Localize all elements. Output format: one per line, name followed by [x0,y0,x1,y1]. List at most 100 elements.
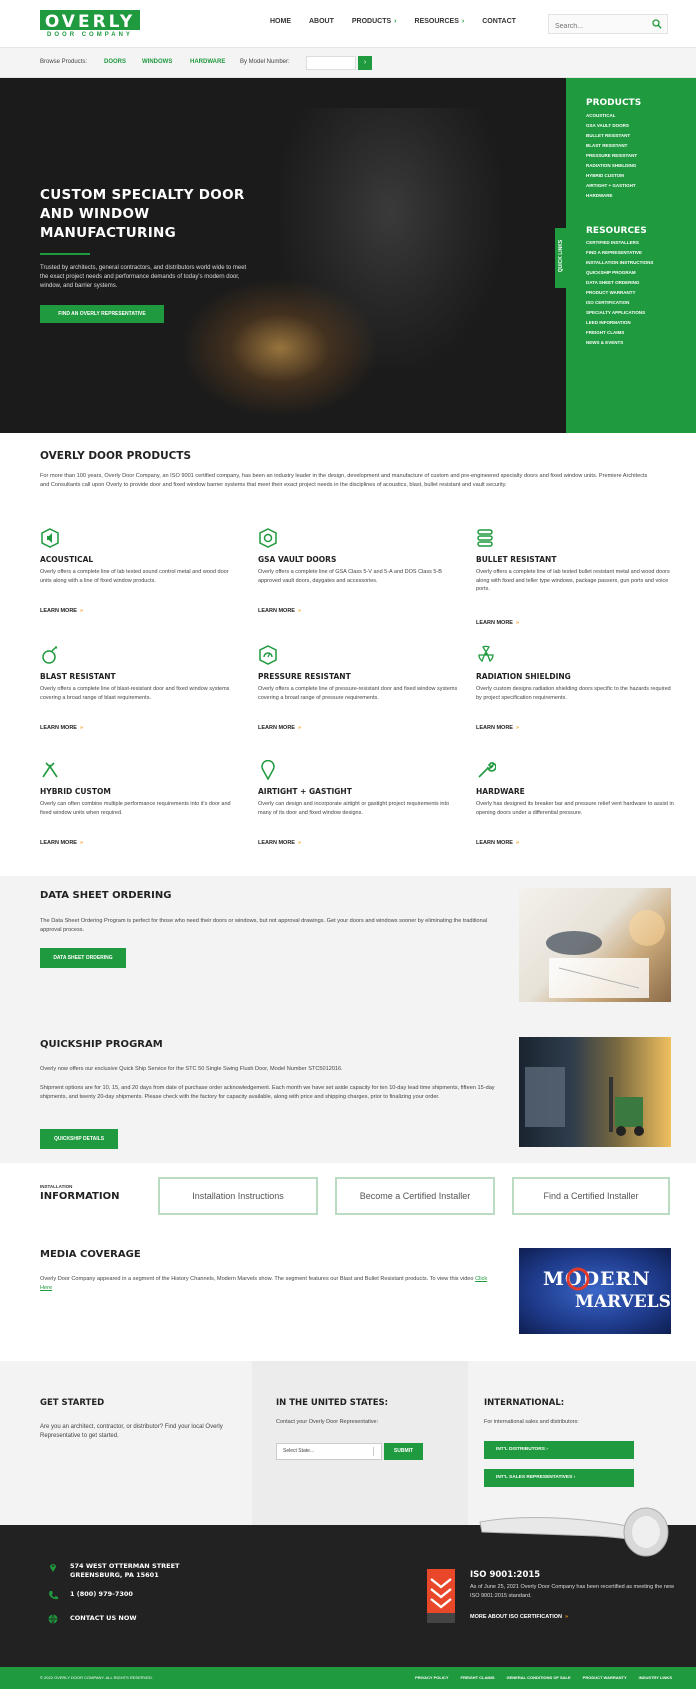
product-text: Overly can design and incorporate airtig… [258,801,450,816]
get-started-title: GET STARTED [40,1398,105,1408]
conditions-of-sale-link[interactable]: GENERAL CONDITIONS OF SALE [507,1675,571,1680]
double-chevron-icon: » [515,840,520,846]
side-link[interactable]: DATA SHEET ORDERING [586,278,653,288]
installation-instructions-button[interactable]: Installation Instructions [158,1177,318,1215]
modern-marvels-image[interactable]: MODERN MARVELS [519,1248,671,1334]
browse-windows-link[interactable]: WINDOWS [142,59,172,65]
modern-marvels-line1: MODERN [543,1268,651,1290]
double-chevron-icon: » [515,725,520,731]
privacy-policy-link[interactable]: PRIVACY POLICY [415,1675,448,1680]
product-title: PRESSURE RESISTANT [258,672,351,681]
submit-button[interactable]: SUBMIT [384,1443,423,1460]
state-select[interactable]: Select State... [276,1443,382,1460]
nav-resources[interactable]: RESOURCES › [415,18,465,25]
contact-us-link: CONTACT US NOW [70,1614,137,1622]
learn-more-link[interactable]: LEARN MORE» [476,620,519,626]
pin-icon [261,760,275,780]
double-chevron-icon: » [79,840,84,846]
learn-more-link[interactable]: LEARN MORE» [40,725,83,731]
side-link[interactable]: LEED INFORMATION [586,318,653,328]
learn-more-link[interactable]: LEARN MORE» [258,608,301,614]
nav-about[interactable]: ABOUT [309,18,334,25]
side-link[interactable]: ACOUSTICAL [586,111,637,121]
iso-learn-more-link[interactable]: MORE ABOUT ISO CERTIFICATION» [470,1614,568,1620]
learn-more-link[interactable]: LEARN MORE» [258,840,301,846]
acoustical-icon [41,528,59,548]
product-text: Overly offers a complete line of pressur… [258,686,458,701]
product-text: Overly offers a complete line of lab tes… [40,569,229,584]
search-icon[interactable] [652,19,662,29]
footer-address: 574 WEST OTTERMAN STREET GREENSBURG, PA 1… [48,1562,179,1580]
footer-contact[interactable]: CONTACT US NOW [48,1614,137,1624]
side-link[interactable]: GSA VAULT DOORS [586,121,637,131]
side-link[interactable]: NEWS & EVENTS [586,338,653,348]
footer-phone[interactable]: 1 (800) 979-7300 [48,1590,133,1600]
side-link[interactable]: PRODUCT WARRANTY [586,288,653,298]
side-link[interactable]: PRESSURE RESISTANT [586,151,637,161]
side-link[interactable]: QUICKSHIP PROGRAM [586,268,653,278]
freight-claims-link[interactable]: FREIGHT CLAIMS [461,1675,495,1680]
product-title: BLAST RESISTANT [40,672,116,681]
chevron-right-icon: › [546,1447,548,1452]
learn-more-link[interactable]: LEARN MORE» [476,840,519,846]
model-number-input[interactable] [306,56,356,70]
side-link[interactable]: CERTIFIED INSTALLERS [586,238,653,248]
side-link[interactable]: RADIATION SHIELDING [586,161,637,171]
side-link[interactable]: HARDWARE [586,191,637,201]
double-chevron-icon: » [297,608,302,614]
find-representative-button[interactable]: FIND AN OVERLY REPRESENTATIVE [40,305,164,323]
drafting-photo [519,888,671,1002]
learn-more-link[interactable]: LEARN MORE» [40,608,83,614]
product-title: GSA VAULT DOORS [258,555,337,564]
search-box [548,14,668,36]
quickship-details-button[interactable]: QUICKSHIP DETAILS [40,1129,118,1149]
browse-hardware-link[interactable]: HARDWARE [190,59,225,65]
side-link[interactable]: ISO CERTIFICATION [586,298,653,308]
learn-more-link[interactable]: LEARN MORE» [258,725,301,731]
data-sheet-ordering-button[interactable]: DATA SHEET ORDERING [40,948,126,968]
international-title: INTERNATIONAL: [484,1398,565,1408]
find-certified-installer-button[interactable]: Find a Certified Installer [512,1177,670,1215]
intl-sales-reps-button[interactable]: INT'L SALES REPRESENTATIVES › [484,1469,634,1487]
search-input[interactable] [549,17,645,36]
browse-doors-link[interactable]: DOORS [104,59,126,65]
modern-marvels-line2: MARVELS [575,1292,671,1312]
side-resources-heading: RESOURCES [586,226,647,236]
side-link[interactable]: HYBRID CUSTOM [586,171,637,181]
nav-home[interactable]: HOME [270,18,291,25]
side-products-heading: PRODUCTS [586,98,642,108]
international-text: For international sales and distributors… [484,1419,579,1425]
iso-certification-badge [427,1569,455,1623]
sparks-image [180,278,380,418]
nav-products[interactable]: PRODUCTS › [352,18,397,25]
nav-contact[interactable]: CONTACT [482,18,516,25]
products-intro: For more than 100 years, Overly Door Com… [40,473,648,488]
product-title: ACOUSTICAL [40,555,94,564]
intl-distributors-button[interactable]: INT'L DISTRIBUTORS › [484,1441,634,1459]
side-link[interactable]: FREIGHT CLAIMS [586,328,653,338]
globe-icon [48,1614,58,1624]
side-link[interactable]: BULLET RESISTANT [586,131,637,141]
hero-banner: CUSTOM SPECIALTY DOOR AND WINDOW MANUFAC… [0,78,566,433]
learn-more-link[interactable]: LEARN MORE» [476,725,519,731]
quickship-text-1: Overly now offers our exclusive Quick Sh… [40,1066,343,1072]
page: OVERLY DOOR COMPANY HOME ABOUT PRODUCTS ›… [0,0,696,1689]
become-certified-installer-button[interactable]: Become a Certified Installer [335,1177,495,1215]
overly-logo[interactable]: OVERLY DOOR COMPANY [40,10,140,40]
gauge-icon [259,645,277,665]
side-link[interactable]: INSTALLATION INSTRUCTIONS [586,258,653,268]
side-link[interactable]: SPECIALTY APPLICATIONS [586,308,653,318]
side-link[interactable]: BLAST RESISTANT [586,141,637,151]
logo-wordmark: OVERLY [40,10,140,32]
industry-links-link[interactable]: INDUSTRY LINKS [639,1675,672,1680]
warehouse-photo [519,1037,671,1147]
model-go-button[interactable]: › [358,56,372,70]
site-header: OVERLY DOOR COMPANY HOME ABOUT PRODUCTS ›… [0,0,696,48]
quick-links-tab[interactable]: QUICK LINKS [555,228,566,288]
side-link[interactable]: AIRTIGHT + GASTIGHT [586,181,637,191]
side-link[interactable]: FIND A REPRESENTATIVE [586,248,653,258]
chevron-right-icon: › [573,1475,576,1480]
product-warranty-link[interactable]: PRODUCT WARRANTY [583,1675,627,1680]
quickship-text-2: Shipment options are for 10, 15, and 20 … [40,1085,495,1100]
learn-more-link[interactable]: LEARN MORE» [40,840,83,846]
